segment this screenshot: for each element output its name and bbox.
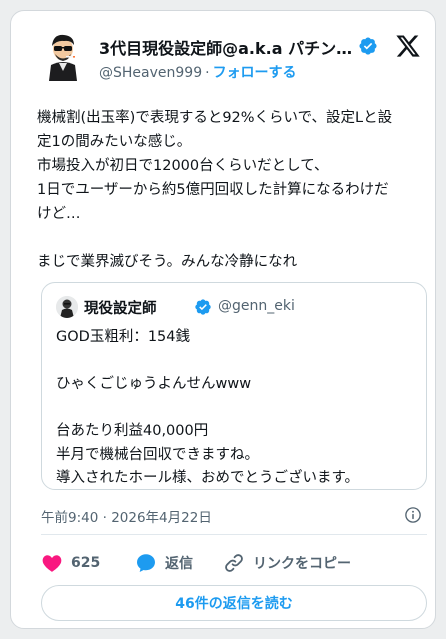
tweet-text-gap [37, 226, 429, 250]
quoted-text-line: GOD玉粗利：154銭 [56, 329, 190, 345]
tweet-text-line: まじで業界滅びそう。みんな冷静になれ [37, 254, 298, 270]
quoted-tweet-text: GOD玉粗利：154銭 ひゃくごじゅうよんせんwww 台あたり利益40,000円… [56, 326, 416, 491]
author-handle-row: @SHeaven999 · フォローする [99, 62, 297, 82]
tweet-text-line: 機械割(出玉率)で表現すると92%くらいで、設定Lと設 [37, 110, 393, 126]
quoted-text-gap [56, 350, 416, 374]
quoted-author-avatar [56, 296, 78, 318]
quoted-tweet[interactable]: 現役設定師 @genn_eki GOD玉粗利：154銭 ひゃくごじゅうよんせんw… [41, 282, 427, 490]
x-logo-icon[interactable] [395, 33, 421, 59]
author-avatar[interactable] [37, 29, 89, 81]
quoted-avatar-figure-icon [56, 296, 78, 318]
reply-button[interactable]: 返信 [135, 551, 193, 575]
quoted-author-name: 現役設定師 [84, 301, 157, 317]
follow-button[interactable]: フォローする [213, 65, 297, 81]
quoted-text-line: 導入されたホール様、おめでとうございます。 [56, 470, 360, 486]
quoted-text-line: ひゃくごじゅうよんせんwww [56, 376, 252, 392]
tweet-text-line: 1日でユーザーから約5億円回収した計算になるわけだ [37, 182, 389, 198]
tweet-text-line: 定1の間みたいな感じ。 [37, 134, 192, 150]
tweet-text-line: けど… [37, 206, 81, 222]
copy-link-button[interactable]: リンクをコピー [223, 551, 351, 575]
separator-dot: · [205, 65, 210, 81]
actions-divider [41, 534, 427, 535]
quoted-text-line: 台あたり利益40,000円 [56, 423, 209, 439]
info-icon[interactable] [404, 506, 422, 524]
tweet-text-line: 市場投入が初日で12000台くらいだとして、 [37, 158, 329, 174]
link-icon [225, 554, 243, 572]
like-count: 625 [71, 555, 101, 571]
quoted-text-line: 半月で機械台回収できますね。 [56, 446, 259, 463]
embedded-tweet-card: 3代目現役設定師@a.k.a パチンコ... @SHeaven999 · フォローす… [10, 10, 436, 629]
tweet-timestamp[interactable]: 午前9:40 · 2026年4月22日 [41, 506, 212, 526]
verified-badge-icon [359, 37, 377, 55]
heart-icon [42, 555, 62, 572]
reply-bubble-icon [137, 554, 155, 572]
like-button[interactable]: 625 [41, 551, 100, 575]
author-handle[interactable]: @SHeaven999 [99, 65, 202, 81]
quoted-verified-badge-icon [195, 299, 211, 315]
author-name[interactable]: 3代目現役設定師@a.k.a パチンコ... [99, 35, 357, 59]
read-replies-button[interactable]: 46件の返信を読む [41, 585, 427, 621]
quoted-author-handle: @genn_eki [218, 298, 295, 314]
tweet-text: 機械割(出玉率)で表現すると92%くらいで、設定Lと設 定1の間みたいな感じ。 … [37, 106, 429, 274]
quoted-text-gap [56, 397, 416, 421]
copy-link-label: リンクをコピー [253, 556, 351, 572]
reply-label: 返信 [165, 556, 193, 572]
